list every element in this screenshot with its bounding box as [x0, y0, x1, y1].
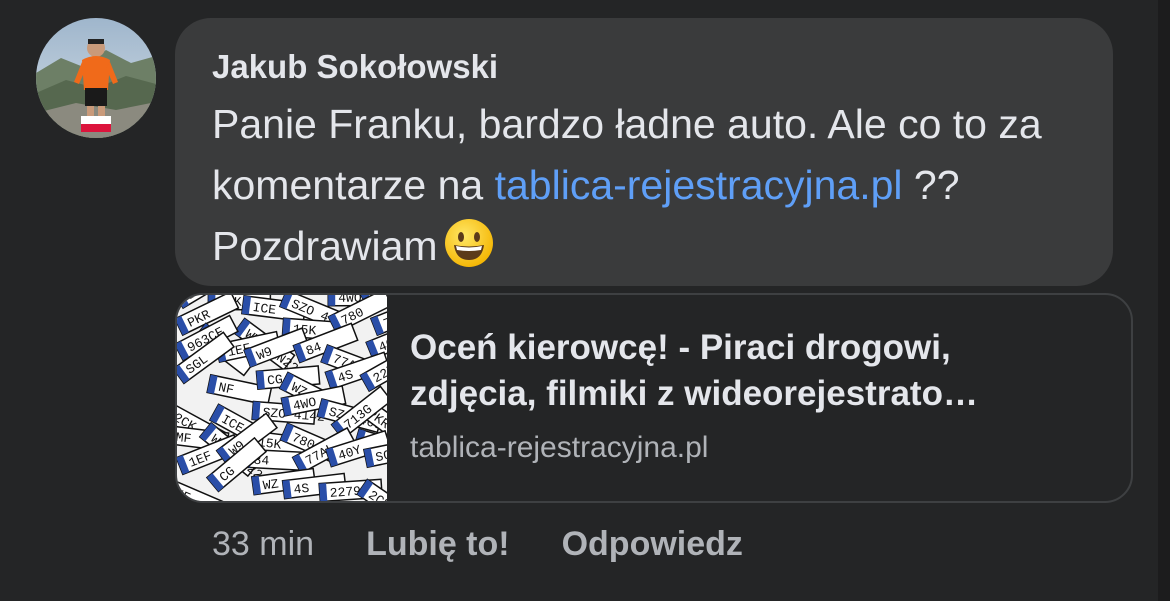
link-preview-card[interactable]: 227902CKICESZO 41424WOSZ0 469PKRMFWML KN… [175, 293, 1133, 503]
link-preview-domain: tablica-rejestracyjna.pl [410, 431, 709, 464]
comment-timestamp[interactable]: 33 min [212, 525, 314, 564]
link-preview-title-line1: Oceń kierowcę! - Piraci drogowi, [410, 328, 951, 367]
svg-text:4S: 4S [293, 481, 310, 498]
avatar[interactable] [36, 18, 156, 138]
grinning-face-emoji-icon [444, 218, 494, 285]
svg-text:NF: NF [217, 380, 235, 398]
comment-bubble: Jakub Sokołowski Panie Franku, bardzo ła… [175, 18, 1113, 286]
link-preview-thumbnail: 227902CKICESZO 41424WOSZ0 469PKRMFWML KN… [177, 295, 387, 501]
svg-text:ICE: ICE [252, 300, 277, 318]
svg-text:MF: MF [177, 430, 192, 447]
comment-author[interactable]: Jakub Sokołowski [212, 48, 498, 86]
comment-view: Jakub Sokołowski Panie Franku, bardzo ła… [0, 0, 1170, 601]
comment-actions: 33 min Lubię to! Odpowiedz [212, 522, 795, 566]
license-plates-collage: 227902CKICESZO 41424WOSZ0 469PKRMFWML KN… [177, 295, 387, 501]
avatar-photo [36, 18, 156, 138]
like-button[interactable]: Lubię to! [366, 525, 510, 564]
svg-text:WZ: WZ [262, 476, 280, 493]
link-preview-title-line2: zdjęcia, filmiki z wideorejestrato… [410, 374, 978, 413]
link-preview-title: Oceń kierowcę! - Piraci drogowi, zdjęcia… [410, 325, 1110, 417]
reply-button[interactable]: Odpowiedz [562, 525, 743, 564]
comment-link[interactable]: tablica-rejestracyjna.pl [495, 162, 903, 208]
comment-text: Panie Franku, bardzo ładne auto. Ale co … [212, 94, 1092, 285]
scrollbar-track [1158, 0, 1170, 601]
